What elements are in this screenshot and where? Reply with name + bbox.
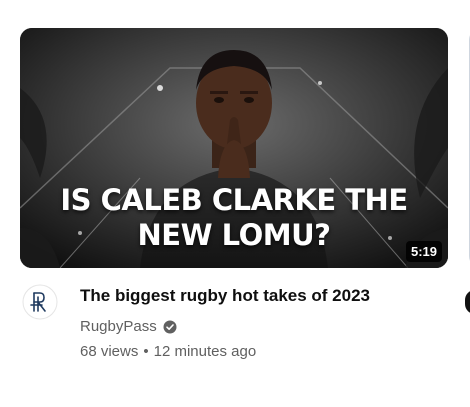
channel-avatar[interactable] [22,284,58,320]
page: IS CALEB CLARKE THE NEW LOMU? 5:19 The b… [0,0,470,407]
meta-separator: • [143,343,149,360]
channel-row: RugbyPass [80,317,177,337]
video-title[interactable]: The biggest rugby hot takes of 2023 [80,285,440,307]
video-metadata: 68 views • 12 minutes ago [80,342,256,362]
video-thumbnail[interactable]: IS CALEB CLARKE THE NEW LOMU? 5:19 [20,28,448,268]
thumbnail-caption-line1: IS CALEB CLARKE THE [60,183,408,217]
thumbnail-caption-line2: NEW LOMU? [137,218,332,252]
video-card[interactable]: IS CALEB CLARKE THE NEW LOMU? 5:19 The b… [20,28,448,360]
next-video-avatar-edge[interactable] [465,290,470,314]
upload-age: 12 minutes ago [153,343,257,360]
rugbypass-logo-icon [22,284,58,320]
view-count: 68 views [80,343,139,360]
channel-name[interactable]: RugbyPass [80,317,157,337]
verified-check-icon [163,320,177,334]
duration-badge: 5:19 [405,241,442,262]
video-details: The biggest rugby hot takes of 2023 Rugb… [20,268,448,360]
